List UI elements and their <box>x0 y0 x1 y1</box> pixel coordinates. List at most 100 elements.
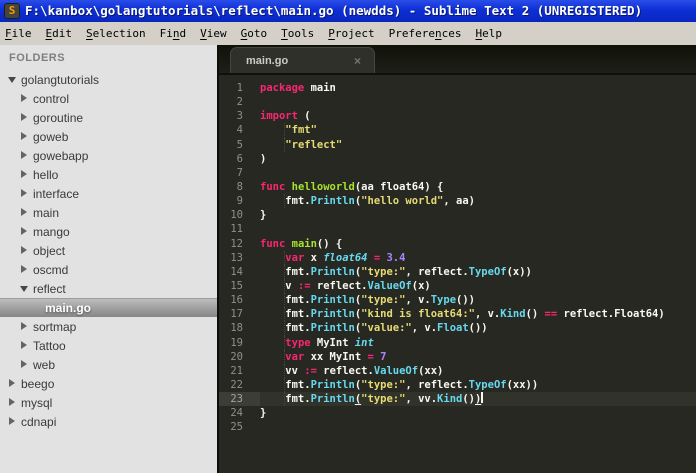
tree-folder-interface[interactable]: interface <box>0 184 217 203</box>
triangle-right-icon[interactable] <box>20 208 29 217</box>
triangle-right-icon[interactable] <box>8 417 17 426</box>
tree-item-label: cdnapi <box>21 414 57 429</box>
code-line-2[interactable]: 2 <box>219 95 696 109</box>
code-line-8[interactable]: 8 func helloworld(aa float64) { <box>219 180 696 194</box>
code-line-15[interactable]: 15 v := reflect.ValueOf(x) <box>219 278 696 294</box>
triangle-down-icon[interactable] <box>20 284 29 293</box>
tree-folder-main[interactable]: main <box>0 203 217 222</box>
triangle-right-icon[interactable] <box>20 94 29 103</box>
tree-folder-goroutine[interactable]: goroutine <box>0 108 217 127</box>
code-line-17[interactable]: 17 fmt.Println("kind is float64:", v.Kin… <box>219 307 696 322</box>
code-line-content: } <box>260 407 267 420</box>
tree-folder-hello[interactable]: hello <box>0 165 217 184</box>
code-line-24[interactable]: 24} <box>219 406 696 420</box>
triangle-right-icon[interactable] <box>20 151 29 160</box>
tree-folder-sortmap[interactable]: sortmap <box>0 317 217 336</box>
triangle-right-icon[interactable] <box>20 360 29 369</box>
code-line-content: var xx MyInt = 7 <box>260 349 696 364</box>
code-line-18[interactable]: 18 fmt.Println("value:", v.Float()) <box>219 321 696 336</box>
tree-folder-reflect[interactable]: reflect <box>0 279 217 298</box>
line-number: 17 <box>230 308 243 321</box>
menu-goto[interactable]: Goto <box>239 24 270 43</box>
triangle-right-icon[interactable] <box>20 341 29 350</box>
tree-folder-mango[interactable]: mango <box>0 222 217 241</box>
triangle-right-icon[interactable] <box>8 379 17 388</box>
menu-file[interactable]: File <box>3 24 34 43</box>
code-line-23[interactable]: 23 fmt.Println("type:", vv.Kind()) <box>219 392 696 407</box>
triangle-down-icon[interactable] <box>8 75 17 84</box>
tree-folder-golangtutorials[interactable]: golangtutorials <box>0 70 217 89</box>
code-line-25[interactable]: 25 <box>219 420 696 434</box>
tree-folder-beego[interactable]: beego <box>0 374 217 393</box>
code-line-4[interactable]: 4 "fmt" <box>219 123 696 138</box>
line-number: 20 <box>230 350 243 363</box>
triangle-right-icon[interactable] <box>20 113 29 122</box>
code-line-20[interactable]: 20 var xx MyInt = 7 <box>219 349 696 364</box>
tab-main.go[interactable]: main.go × <box>230 47 375 73</box>
code-line-9[interactable]: 9 fmt.Println("hello world", aa) <box>219 194 696 209</box>
tree-folder-oscmd[interactable]: oscmd <box>0 260 217 279</box>
menu-view[interactable]: View <box>198 24 229 43</box>
tree-folder-mysql[interactable]: mysql <box>0 393 217 412</box>
tree-folder-object[interactable]: object <box>0 241 217 260</box>
tree-folder-cdnapi[interactable]: cdnapi <box>0 412 217 431</box>
menu-project[interactable]: Project <box>326 24 376 43</box>
menu-help[interactable]: Help <box>473 24 504 43</box>
line-number: 19 <box>230 336 243 349</box>
code-line-21[interactable]: 21 vv := reflect.ValueOf(xx) <box>219 363 696 379</box>
tree-folder-goweb[interactable]: goweb <box>0 127 217 146</box>
code-line-content: fmt.Println("type:", v.Type()) <box>260 293 696 308</box>
sublime-app-icon[interactable]: S <box>4 3 20 19</box>
line-number: 24 <box>230 407 243 420</box>
code-line-7[interactable]: 7 <box>219 166 696 180</box>
menu-find[interactable]: Find <box>158 24 189 43</box>
code-line-content: "fmt" <box>260 123 696 138</box>
tree-item-label: control <box>33 91 70 106</box>
triangle-right-icon[interactable] <box>20 246 29 255</box>
code-line-14[interactable]: 14 fmt.Println("type:", reflect.TypeOf(x… <box>219 264 696 280</box>
code-line-12[interactable]: 12 func main() { <box>219 237 696 251</box>
triangle-right-icon[interactable] <box>20 132 29 141</box>
sublime-text-window: S F:\kanbox\golangtutorials\reflect\main… <box>0 0 696 473</box>
code-line-content <box>260 420 696 434</box>
menu-preferences[interactable]: Preferences <box>387 24 464 43</box>
code-line-5[interactable]: 5 "reflect" <box>219 137 696 152</box>
tree-folder-gowebapp[interactable]: gowebapp <box>0 146 217 165</box>
window-title: F:\kanbox\golangtutorials\reflect\main.g… <box>25 3 643 18</box>
triangle-right-icon[interactable] <box>20 322 29 331</box>
code-line-22[interactable]: 22 fmt.Println("type:", reflect.TypeOf(x… <box>219 377 696 393</box>
code-line-3[interactable]: 3 import ( <box>219 109 696 123</box>
triangle-right-icon[interactable] <box>20 227 29 236</box>
code-line-6[interactable]: 6) <box>219 152 696 166</box>
triangle-right-icon[interactable] <box>8 398 17 407</box>
tree-file-main.go[interactable]: main.go <box>0 298 217 317</box>
code-line-10[interactable]: 10} <box>219 208 696 222</box>
text-cursor <box>481 392 484 404</box>
code-line-19[interactable]: 19 type MyInt int <box>219 335 696 350</box>
line-number: 22 <box>230 378 243 391</box>
line-number: 7 <box>236 166 243 179</box>
tab-close-icon[interactable]: × <box>354 54 361 68</box>
tree-item-label: Tattoo <box>33 338 66 353</box>
tree-folder-web[interactable]: web <box>0 355 217 374</box>
triangle-right-icon[interactable] <box>20 265 29 274</box>
menu-selection[interactable]: Selection <box>84 24 148 43</box>
line-number: 4 <box>236 124 243 137</box>
line-number: 6 <box>236 152 243 165</box>
tree-item-label: golangtutorials <box>21 72 100 87</box>
triangle-right-icon[interactable] <box>20 189 29 198</box>
tree-folder-control[interactable]: control <box>0 89 217 108</box>
tree-item-label: goweb <box>33 129 69 144</box>
code-line-content: } <box>260 209 267 222</box>
triangle-right-icon[interactable] <box>20 170 29 179</box>
menu-tools[interactable]: Tools <box>279 24 316 43</box>
code-line-11[interactable]: 11 <box>219 222 696 236</box>
tree-folder-tattoo[interactable]: Tattoo <box>0 336 217 355</box>
code-line-1[interactable]: 1 package main <box>219 81 696 95</box>
menu-edit[interactable]: Edit <box>44 24 75 43</box>
line-number: 21 <box>230 364 243 377</box>
code-line-16[interactable]: 16 fmt.Println("type:", v.Type()) <box>219 293 696 308</box>
line-number: 8 <box>236 180 243 193</box>
code-editor[interactable]: 1 package main 2 3 import (4 "fmt" 5 "reflect… <box>219 75 696 473</box>
code-line-13[interactable]: 13 var x float64 = 3.4 <box>219 250 696 265</box>
